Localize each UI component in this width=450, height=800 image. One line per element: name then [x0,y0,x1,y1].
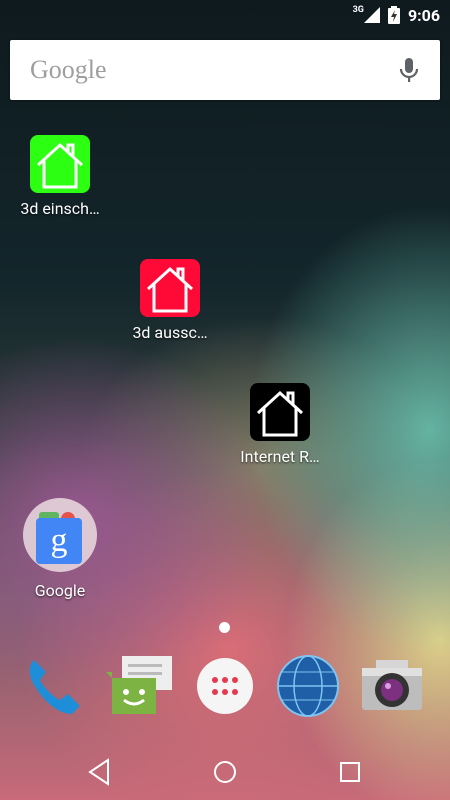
google-folder[interactable]: g [23,498,97,572]
status-bar: 3G 9:06 [0,0,450,30]
app-drawer-icon[interactable] [191,652,259,720]
microphone-icon[interactable] [398,56,420,86]
app-label: 3d einsch… [20,199,100,218]
app-internet-r[interactable]: Internet R… [225,383,335,466]
house-icon [250,383,310,441]
app-3d-aussc[interactable]: 3d aussc… [115,259,225,342]
house-icon [140,259,200,317]
phone-icon[interactable] [20,652,88,720]
message-icon[interactable] [106,652,174,720]
globe-icon[interactable] [274,652,342,720]
google-g-letter: g [50,522,68,559]
clock: 9:06 [407,5,440,25]
app-label: Internet R… [240,447,320,466]
back-icon[interactable] [80,752,120,792]
folder-label: Google [34,581,86,600]
camera-icon[interactable] [358,652,426,720]
app-label: 3d aussc… [132,323,208,342]
page-indicator-dot [219,622,230,633]
recents-icon[interactable] [330,752,370,792]
battery-icon [387,6,400,24]
house-icon [30,135,90,193]
network-type-label: 3G [352,5,364,15]
signal-icon [363,7,380,23]
app-3d-einsch[interactable]: 3d einsch… [5,135,115,218]
home-icon[interactable] [205,752,245,792]
google-search-bar[interactable]: Google [10,40,440,100]
google-logo: Google [30,55,107,84]
